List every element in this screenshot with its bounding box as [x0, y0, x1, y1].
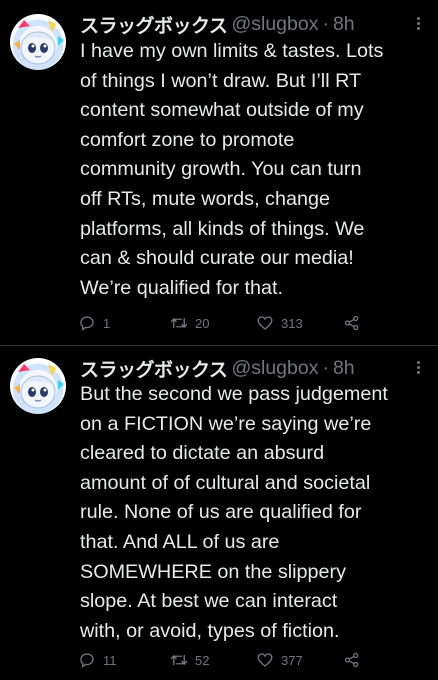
tweet-text: I have my own limits & tastes. Lots of t…	[80, 40, 384, 299]
share-icon	[344, 652, 359, 668]
timeline: スラッグボックス @slugbox · 8h I have my own lim…	[0, 0, 438, 680]
reply-icon	[80, 316, 94, 331]
share-icon	[344, 315, 359, 331]
tweet-text: But the second we pass judgement on a FI…	[80, 383, 388, 642]
more-icon[interactable]	[408, 356, 428, 378]
tweet[interactable]: スラッグボックス @slugbox · 8h I have my own lim…	[0, 0, 438, 345]
heart-icon	[257, 653, 273, 667]
like-button[interactable]: 377	[256, 648, 303, 672]
avatar[interactable]	[10, 14, 66, 70]
like-count: 377	[281, 652, 303, 668]
more-icon[interactable]	[408, 12, 428, 34]
display-name[interactable]: スラッグボックス	[80, 355, 228, 382]
reply-count: 1	[103, 315, 111, 331]
share-button[interactable]	[343, 311, 361, 335]
user-handle[interactable]: @slugbox	[231, 357, 318, 380]
separator-dot: ·	[322, 12, 329, 35]
separator-dot: ·	[322, 356, 329, 379]
reply-icon	[80, 653, 94, 668]
tweet-actions: 1 20 313	[78, 311, 378, 335]
tweet[interactable]: スラッグボックス @slugbox · 8h But the second we…	[0, 346, 438, 680]
like-button[interactable]: 313	[256, 311, 303, 335]
retweet-icon	[170, 317, 188, 329]
tweet-header: スラッグボックス @slugbox · 8h	[80, 10, 428, 38]
retweet-count: 52	[195, 652, 210, 668]
retweet-count: 20	[195, 315, 210, 331]
heart-icon	[257, 316, 273, 330]
user-handle[interactable]: @slugbox	[231, 13, 318, 36]
reply-button[interactable]: 1	[78, 311, 110, 335]
tweet-actions: 11 52 377	[78, 648, 378, 672]
retweet-button[interactable]: 52	[170, 648, 209, 672]
timestamp[interactable]: 8h	[333, 13, 355, 36]
tweet-header: スラッグボックス @slugbox · 8h	[80, 354, 428, 382]
retweet-button[interactable]: 20	[170, 311, 209, 335]
avatar[interactable]	[10, 358, 66, 414]
like-count: 313	[281, 315, 303, 331]
timestamp[interactable]: 8h	[333, 357, 355, 380]
reply-button[interactable]: 11	[78, 648, 117, 672]
reply-count: 11	[103, 652, 117, 668]
share-button[interactable]	[343, 648, 361, 672]
display-name[interactable]: スラッグボックス	[80, 11, 228, 38]
retweet-icon	[170, 654, 188, 666]
